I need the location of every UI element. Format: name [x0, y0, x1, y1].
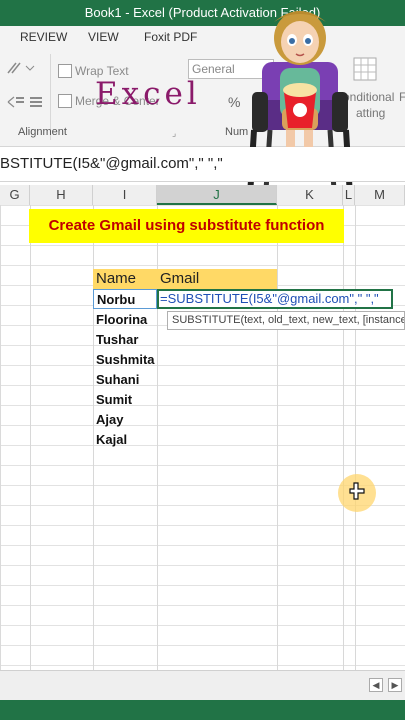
merge-center-icon [58, 94, 72, 108]
column-header-h[interactable]: H [30, 185, 93, 205]
tab-view[interactable]: VIEW [88, 30, 119, 44]
alignment-group-label: Alignment [18, 126, 67, 138]
scroll-right-button[interactable]: ▶ [388, 678, 402, 692]
name-cell[interactable]: Kajal [93, 430, 157, 450]
name-cell[interactable]: Norbu [93, 289, 157, 309]
status-bar [0, 700, 405, 720]
dialog-launcher-icon[interactable]: ⌟ [172, 128, 176, 139]
indent-icon[interactable] [6, 94, 46, 110]
function-tooltip-text: SUBSTITUTE(text, old_text, new_text, [in… [172, 314, 404, 326]
name-cell[interactable]: Suhani [93, 370, 157, 390]
function-tooltip: SUBSTITUTE(text, old_text, new_text, [in… [167, 311, 405, 330]
header-gmail-cell[interactable]: Gmail [157, 269, 277, 289]
column-headers: G H I J K L M [0, 185, 405, 206]
formula-bar[interactable]: BSTITUTE(I5&"@gmail.com"," "," [0, 147, 405, 182]
column-header-k[interactable]: K [277, 185, 343, 205]
header-name-cell[interactable]: Name [93, 269, 157, 289]
column-header-g[interactable]: G [0, 185, 30, 205]
percent-button[interactable]: % [228, 94, 240, 110]
formula-bar-text: BSTITUTE(I5&"@gmail.com"," "," [0, 155, 223, 172]
column-header-j[interactable]: J [157, 185, 277, 205]
name-cell[interactable]: Tushar [93, 330, 157, 350]
excel-overlay-text: Excel [95, 76, 201, 112]
tab-foxit-pdf[interactable]: Foxit PDF [144, 30, 197, 44]
active-formula-cell[interactable]: =SUBSTITUTE(I5&"@gmail.com"," "," [157, 289, 393, 309]
sheet-tabs-bar: ◀ ▶ [0, 670, 405, 701]
gridline [355, 205, 356, 670]
column-header-i[interactable]: I [93, 185, 157, 205]
format-as-table-button[interactable]: F [399, 90, 405, 104]
wrap-text-icon [58, 64, 72, 78]
gridline [343, 205, 344, 670]
active-formula-text: =SUBSTITUTE(I5&"@gmail.com"," "," [160, 291, 379, 306]
orientation-icon[interactable] [6, 60, 36, 76]
title-banner-cell[interactable]: Create Gmail using substitute function [29, 209, 344, 243]
name-cell[interactable]: Sumit [93, 390, 157, 410]
name-cell[interactable]: Sushmita [93, 350, 157, 370]
scroll-left-button[interactable]: ◀ [369, 678, 383, 692]
name-cell[interactable]: Floorina [93, 310, 157, 330]
gridline [277, 205, 278, 670]
gridline [30, 205, 31, 670]
tab-review[interactable]: REVIEW [20, 30, 67, 44]
column-header-l[interactable]: L [343, 185, 355, 205]
name-cell[interactable]: Ajay [93, 410, 157, 430]
conditional-formatting-label: atting [356, 106, 386, 120]
pointer-cursor-icon [349, 482, 365, 500]
column-header-m[interactable]: M [355, 185, 405, 205]
number-format-value: General [192, 62, 235, 76]
